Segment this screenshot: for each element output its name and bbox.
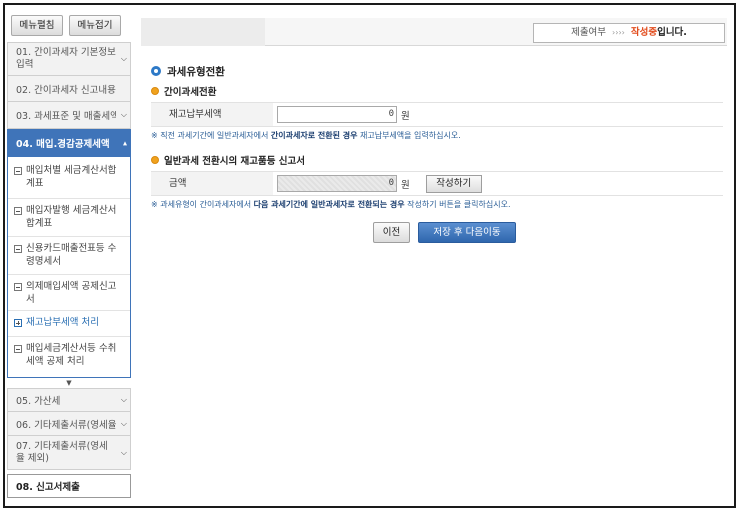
top-bar: 제출여부 ›››› 작성중입니다.: [141, 18, 727, 46]
status-label: 제출여부: [571, 27, 607, 38]
collapse-box-icon: [14, 245, 22, 253]
step-label: 05. 가산세: [16, 396, 61, 407]
bullet-icon: [151, 156, 159, 164]
note-text: 작성하기 버튼을 클릭하십시오.: [404, 200, 511, 209]
status-value: 작성중: [630, 27, 658, 38]
submenu-item[interactable]: 매입처별 세금계산서합계표: [8, 159, 130, 199]
submenu-item-label: 매입세금계산서등 수취세액 공제 처리: [26, 343, 117, 367]
step-label: 01. 간이과세자 기본정보 입력: [16, 47, 116, 70]
previous-button[interactable]: 이전: [373, 222, 410, 243]
page-title: 과세유형전환: [151, 63, 723, 79]
field-label: 재고납부세액: [151, 103, 273, 126]
submenu-item[interactable]: 매입자발행 세금계산서합계표: [8, 199, 130, 237]
menu-expand-button[interactable]: 메뉴펼침: [11, 15, 63, 36]
window-frame: 메뉴펼침 메뉴접기 01. 간이과세자 기본정보 입력 ⌵ 02. 간이과세자 …: [3, 3, 736, 508]
submenu-item-label: 신용카드매출전표등 수령명세서: [26, 243, 117, 267]
note-emphasis: 다음 과세기간에 일반과세자로 전환되는 경우: [253, 200, 405, 209]
chevron-down-icon[interactable]: ⌵: [121, 448, 127, 458]
note-1: ※ 직전 과세기간에 일반과세자에서 간이과세자로 전환된 경우 재고납부세액을…: [151, 129, 723, 143]
step-label: 08. 신고서제출: [16, 482, 80, 493]
unit-label: 원: [401, 110, 410, 122]
step-07[interactable]: 07. 기타제출서류(영세율 제외) ⌵: [7, 436, 131, 470]
section-heading-text: 간이과세전환: [164, 87, 217, 98]
bullet-icon: [151, 87, 159, 95]
submenu-item-label: 재고납부세액 처리: [26, 317, 99, 328]
tab-placeholder: [141, 18, 265, 46]
bullet-icon: [151, 66, 161, 76]
chevron-down-icon[interactable]: ⌵: [121, 395, 127, 405]
amount-row: 금액 0 원 작성하기: [151, 171, 723, 196]
submenu-item[interactable]: 매입세금계산서등 수취세액 공제 처리: [8, 337, 130, 375]
submenu-item-label: 매입자발행 세금계산서합계표: [26, 205, 117, 229]
chevron-down-icon[interactable]: ⌵: [121, 54, 127, 64]
note-2: ※ 과세유형이 간이과세자에서 다음 과세기간에 일반과세자로 전환되는 경우 …: [151, 198, 723, 212]
section-heading-1: 간이과세전환: [151, 84, 723, 98]
step-label: 07. 기타제출서류(영세율 제외): [16, 440, 108, 464]
note-text: ※ 직전 과세기간에 일반과세자에서: [151, 131, 271, 140]
section-heading-text: 일반과세 전환시의 재고품등 신고서: [164, 156, 306, 167]
collapse-box-icon: [14, 207, 22, 215]
step-04-active[interactable]: 04. 매입.경감공제세액 ▴: [7, 129, 131, 157]
save-and-next-button[interactable]: 저장 후 다음이동: [418, 222, 516, 243]
page-title-text: 과세유형전환: [167, 65, 225, 78]
collapse-box-icon: [14, 345, 22, 353]
note-text: 재고납부세액을 입력하십시오.: [357, 131, 461, 140]
menu-collapse-button[interactable]: 메뉴접기: [69, 15, 121, 36]
scroll-down-arrow-icon[interactable]: ▼: [7, 378, 131, 388]
arrows-icon: ››››: [612, 28, 625, 37]
submenu-item-label: 매입처별 세금계산서합계표: [26, 165, 117, 189]
section-heading-2: 일반과세 전환시의 재고품등 신고서: [151, 153, 723, 167]
amount-input-disabled: 0: [277, 175, 397, 192]
nav-buttons: 이전 저장 후 다음이동: [373, 222, 723, 243]
expand-box-icon: [14, 319, 22, 327]
submenu-item[interactable]: 신용카드매출전표등 수령명세서: [8, 237, 130, 275]
step-label: 04. 매입.경감공제세액: [16, 138, 110, 150]
inventory-tax-row: 재고납부세액 0 원: [151, 102, 723, 127]
step-label: 02. 간이과세자 신고내용: [16, 84, 116, 96]
step-06[interactable]: 06. 기타제출서류(영세율) ⌵: [7, 412, 131, 436]
step-04-submenu: 매입처별 세금계산서합계표 매입자발행 세금계산서합계표 신용카드매출전표등 수…: [7, 157, 131, 378]
collapse-box-icon: [14, 167, 22, 175]
step-label: 06. 기타제출서류(영세율): [16, 419, 116, 431]
inventory-tax-input[interactable]: 0: [277, 106, 397, 123]
step-03[interactable]: 03. 과세표준 및 매출세액 ⌵: [7, 102, 131, 129]
sidebar: 메뉴펼침 메뉴접기 01. 간이과세자 기본정보 입력 ⌵ 02. 간이과세자 …: [7, 15, 131, 498]
status-suffix: 입니다.: [657, 27, 687, 38]
write-button[interactable]: 작성하기: [425, 174, 482, 193]
step-01[interactable]: 01. 간이과세자 기본정보 입력 ⌵: [7, 42, 131, 76]
submenu-item[interactable]: 의제매입세액 공제신고서: [8, 275, 130, 311]
submenu-item-selected[interactable]: 재고납부세액 처리: [8, 311, 130, 337]
main-content: 과세유형전환 간이과세전환 재고납부세액 0 원 ※ 직전 과세기간에 일반과세…: [151, 63, 723, 243]
step-02[interactable]: 02. 간이과세자 신고내용: [7, 76, 131, 102]
step-05[interactable]: 05. 가산세 ⌵: [7, 388, 131, 412]
submenu-item-label: 의제매입세액 공제신고서: [26, 281, 117, 305]
chevron-up-icon[interactable]: ▴: [123, 138, 127, 147]
unit-label: 원: [401, 179, 410, 191]
chevron-down-icon[interactable]: ⌵: [121, 419, 127, 429]
field-label: 금액: [151, 172, 273, 195]
collapse-box-icon: [14, 283, 22, 291]
step-label: 03. 과세표준 및 매출세액: [16, 111, 116, 122]
step-08[interactable]: 08. 신고서제출: [7, 474, 131, 498]
chevron-down-icon[interactable]: ⌵: [121, 110, 127, 120]
menu-toggle-bar: 메뉴펼침 메뉴접기: [7, 15, 131, 36]
note-emphasis: 간이과세자로 전환된 경우: [270, 131, 358, 140]
submission-status: 제출여부 ›››› 작성중입니다.: [533, 23, 725, 43]
note-text: ※ 과세유형이 간이과세자에서: [151, 200, 254, 209]
